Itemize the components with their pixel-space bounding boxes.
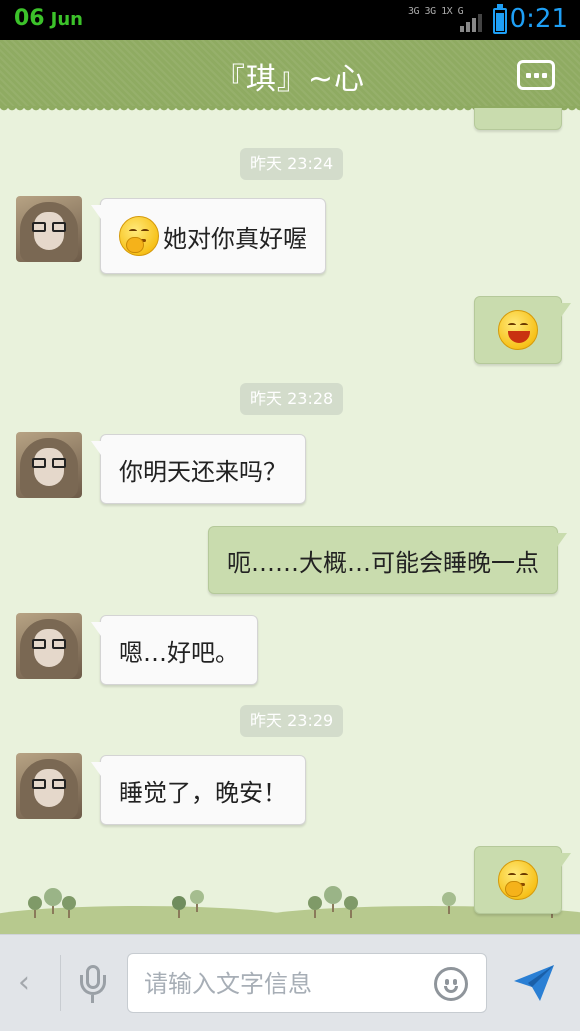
contact-avatar[interactable] [16, 432, 82, 498]
message-bubble-self[interactable]: 呃……大概…可能会睡晚一点 [208, 526, 567, 594]
timestamp: 昨天 23:24 [240, 148, 344, 180]
message-bubble-contact[interactable]: 睡觉了，晚安！ [91, 755, 306, 825]
message-text: 你明天还来吗？ [119, 457, 287, 486]
input-bar: ‹ [0, 934, 580, 1031]
message-bubble-self[interactable] [474, 846, 571, 914]
timestamp: 昨天 23:29 [240, 705, 344, 737]
divider [60, 955, 61, 1011]
status-date-month: Jun [50, 9, 83, 30]
status-time: 0:21 [509, 4, 568, 34]
message-bubble-contact[interactable]: 嗯…好吧。 [91, 615, 258, 685]
message-input-box[interactable] [127, 953, 487, 1013]
timestamp: 昨天 23:28 [240, 383, 344, 415]
message-bubble-contact[interactable]: 你明天还来吗？ [91, 434, 306, 504]
message-text: 睡觉了，晚安！ [119, 778, 287, 807]
back-chevron-icon[interactable]: ‹ [18, 965, 30, 1000]
thinking-face-icon [498, 860, 538, 900]
more-dots-icon[interactable] [517, 60, 555, 90]
smiley-icon[interactable] [434, 967, 468, 1001]
message-input[interactable] [144, 964, 424, 1004]
message-text: 呃……大概…可能会睡晚一点 [227, 548, 539, 577]
message-bubble-self[interactable] [474, 296, 571, 364]
status-date: 06 Jun [14, 6, 83, 31]
message-bubble-contact[interactable]: 她对你真好喔 [91, 198, 326, 274]
contact-avatar[interactable] [16, 753, 82, 819]
status-bar: 06 Jun 3G 3G 1X G 0:21 [0, 0, 580, 40]
microphone-icon[interactable] [78, 965, 108, 1005]
battery-icon [493, 4, 507, 34]
message-list[interactable]: 昨天 23:24 她对你真好喔 昨天 23:28 你明天还来吗？ 呃……大概…可… [0, 108, 580, 934]
chat-header: 『琪』~心 [0, 40, 580, 114]
contact-avatar[interactable] [16, 196, 82, 262]
status-date-day: 06 [14, 6, 45, 31]
contact-avatar[interactable] [16, 613, 82, 679]
signal-strength-icon [460, 12, 484, 32]
send-icon[interactable] [512, 963, 556, 1003]
message-text: 嗯…好吧。 [119, 638, 239, 667]
message-text: 她对你真好喔 [163, 224, 307, 253]
grinning-face-icon [498, 310, 538, 350]
chat-title: 『琪』~心 [214, 62, 366, 97]
thinking-face-icon [119, 216, 159, 256]
network-type-icon: 3G 3G 1X G [408, 6, 464, 17]
message-bubble-self-partial[interactable] [474, 108, 571, 130]
